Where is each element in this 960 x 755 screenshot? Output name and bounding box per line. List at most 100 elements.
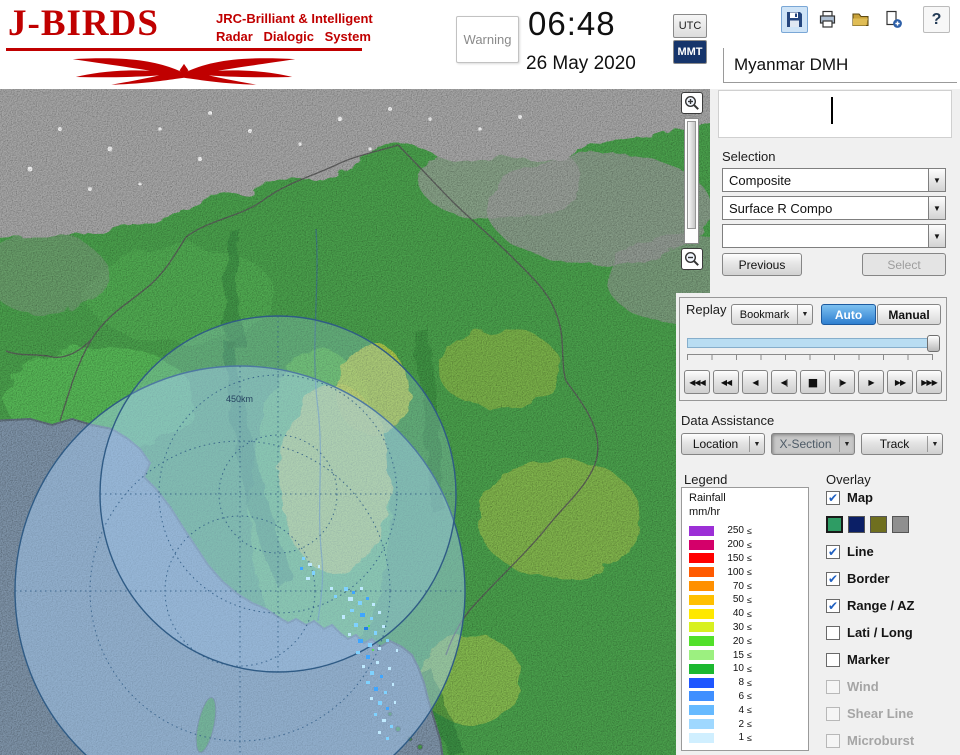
chevron-down-icon[interactable]: ▼: [928, 168, 946, 192]
legend-suffix: ≤: [747, 539, 752, 550]
legend-value: 200: [727, 539, 744, 551]
chevron-down-icon[interactable]: ▼: [928, 441, 942, 448]
checkbox[interactable]: ✔: [826, 544, 840, 559]
jump-end-button[interactable]: ▶▶▶: [916, 370, 942, 394]
range-ring-label: 450km: [226, 394, 253, 404]
map-style-swatches[interactable]: [826, 516, 958, 533]
header-bar: J-BIRDS JRC-Brilliant & Intelligent Rada…: [0, 0, 960, 89]
product-group-combobox[interactable]: Composite ▼: [722, 168, 946, 192]
legend-value: 250: [727, 525, 744, 537]
legend-value: 70: [732, 580, 744, 592]
overlay-item-map[interactable]: ✔ Map: [826, 489, 958, 506]
print-icon[interactable]: [814, 6, 841, 33]
chevron-down-icon[interactable]: ▼: [928, 196, 946, 220]
overlay-item-line[interactable]: ✔ Line: [826, 543, 958, 560]
checkbox[interactable]: ✔: [826, 598, 840, 613]
manual-mode-button[interactable]: Manual: [877, 304, 941, 325]
legend-value: 150: [727, 552, 744, 564]
overlay-label: Overlay: [826, 472, 871, 487]
legend-value: 8: [738, 677, 744, 689]
utc-button[interactable]: UTC: [673, 14, 707, 38]
map-style-swatch[interactable]: [892, 516, 909, 533]
overlay-item-label: Marker: [847, 652, 890, 667]
logo-title: J-BIRDS: [8, 3, 159, 44]
data-assistance-x-section-button[interactable]: X-Section ▼: [771, 433, 855, 455]
legend-row: 30 ≤: [689, 621, 752, 635]
zoom-out-icon[interactable]: [681, 248, 703, 270]
export-icon[interactable]: [880, 6, 907, 33]
extra-combobox[interactable]: ▼: [722, 224, 946, 248]
logo-tagline-1: JRC-Brilliant & Intelligent: [216, 11, 373, 26]
warning-button[interactable]: Warning: [456, 16, 519, 63]
play-button[interactable]: ▶: [858, 370, 884, 394]
logo-underline: [6, 48, 362, 51]
step-back-button[interactable]: ◀: [742, 370, 768, 394]
auto-mode-button[interactable]: Auto: [821, 304, 876, 325]
previous-button[interactable]: Previous: [722, 253, 802, 276]
data-assistance-location-button[interactable]: Location ▼: [681, 433, 765, 455]
overlay-item-label: Shear Line: [847, 706, 914, 721]
legend-value: 100: [727, 566, 744, 578]
overlay-item-border[interactable]: ✔ Border: [826, 570, 958, 587]
overlay-item-label: Microburst: [847, 733, 915, 748]
save-icon[interactable]: [781, 6, 808, 33]
chevron-down-icon[interactable]: ▼: [840, 441, 854, 448]
playback-buttons: ◀◀◀ ◀◀ ◀ ◀| ■ |▶ ▶ ▶▶ ▶▶▶: [684, 370, 942, 394]
control-panel-lower: Replay Bookmark ▼ Auto Manual ◀◀◀ ◀◀ ◀ ◀| ■ |…: [676, 293, 960, 755]
legend-suffix: ≤: [747, 622, 752, 633]
checkbox[interactable]: [826, 706, 840, 721]
overlay-item-range-az[interactable]: ✔ Range / AZ: [826, 597, 958, 614]
help-icon[interactable]: ?: [923, 6, 950, 33]
zoom-slider-track[interactable]: [684, 118, 699, 244]
overlay-item-marker[interactable]: Marker: [826, 651, 958, 668]
fast-rewind-button[interactable]: ◀◀: [713, 370, 739, 394]
overlay-item-label: Map: [847, 490, 873, 505]
product-group-value: Composite: [722, 168, 929, 192]
legend-color-swatch: [689, 539, 714, 550]
chevron-down-icon[interactable]: ▼: [750, 441, 764, 448]
checkbox[interactable]: [826, 652, 840, 667]
checkbox[interactable]: ✔: [826, 490, 840, 505]
overlay-item-shear-line[interactable]: Shear Line: [826, 705, 958, 722]
legend-suffix: ≤: [747, 650, 752, 661]
legend-row: 4 ≤: [689, 703, 752, 717]
map-style-swatch[interactable]: [870, 516, 887, 533]
legend-row: 50 ≤: [689, 593, 752, 607]
fast-forward-button[interactable]: ▶▶: [887, 370, 913, 394]
legend-row: 1 ≤: [689, 731, 752, 745]
zoom-in-icon[interactable]: [681, 92, 703, 114]
chevron-down-icon[interactable]: ▼: [797, 305, 812, 324]
overlay-item-microburst[interactable]: Microburst: [826, 732, 958, 749]
checkbox[interactable]: ✔: [826, 571, 840, 586]
message-text-area[interactable]: [718, 90, 952, 138]
zoom-slider-thumb[interactable]: [687, 121, 696, 229]
next-frame-button[interactable]: |▶: [829, 370, 855, 394]
overlay-item-lati-long[interactable]: Lati / Long: [826, 624, 958, 641]
replay-timeline-slider[interactable]: [687, 335, 940, 352]
chevron-down-icon[interactable]: ▼: [928, 224, 946, 248]
select-button[interactable]: Select: [862, 253, 946, 276]
warning-label: Warning: [463, 32, 512, 47]
open-folder-icon[interactable]: [847, 6, 874, 33]
stop-button[interactable]: ■: [800, 370, 826, 394]
checkbox[interactable]: [826, 679, 840, 694]
legend-row: 15 ≤: [689, 648, 752, 662]
checkbox[interactable]: [826, 733, 840, 748]
replay-timeline-thumb[interactable]: [927, 335, 940, 352]
data-assistance-track-button[interactable]: Track ▼: [861, 433, 943, 455]
product-combobox[interactable]: Surface R Compo ▼: [722, 196, 946, 220]
legend-rows: 250 ≤200 ≤150 ≤100 ≤70 ≤50 ≤40 ≤30 ≤20 ≤15 ≤10 ≤8 ≤6…: [689, 524, 752, 745]
prev-frame-button[interactable]: ◀|: [771, 370, 797, 394]
checkbox[interactable]: [826, 625, 840, 640]
legend-row: 70 ≤: [689, 579, 752, 593]
legend-title-2: mm/hr: [689, 506, 721, 518]
jump-start-button[interactable]: ◀◀◀: [684, 370, 710, 394]
bookmark-button[interactable]: Bookmark ▼: [731, 304, 813, 325]
legend-row: 6 ≤: [689, 690, 752, 704]
map-style-swatch[interactable]: [848, 516, 865, 533]
overlay-item-wind[interactable]: Wind: [826, 678, 958, 695]
station-name: Myanmar DMH: [734, 55, 849, 74]
weather-radar-map[interactable]: 450km: [0, 89, 710, 755]
mmt-button[interactable]: MMT: [673, 40, 707, 64]
map-style-swatch[interactable]: [826, 516, 843, 533]
